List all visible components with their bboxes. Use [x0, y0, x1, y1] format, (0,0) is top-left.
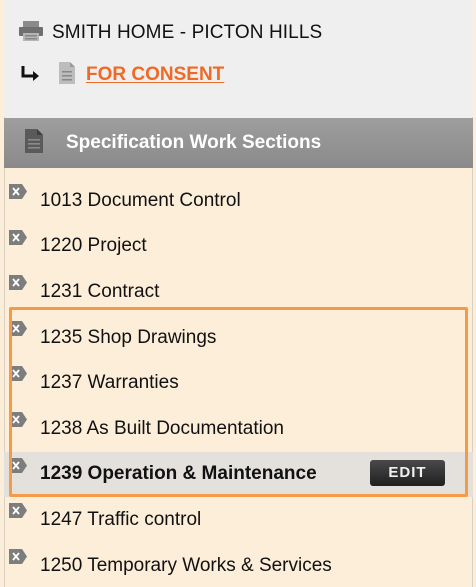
section-label: 1231 Contract — [40, 280, 160, 302]
remove-icon[interactable] — [8, 229, 28, 246]
remove-icon[interactable] — [8, 320, 28, 337]
list-item[interactable]: 1250 Temporary Works & Services — [4, 543, 473, 587]
list-item[interactable]: 1231 Contract — [4, 269, 473, 315]
remove-icon[interactable] — [8, 502, 28, 519]
section-label: 1247 Traffic control — [40, 508, 202, 530]
subproject-row: FOR CONSENT — [20, 60, 224, 90]
remove-icon[interactable] — [8, 411, 28, 428]
section-label: 1235 Shop Drawings — [40, 326, 217, 348]
list-item[interactable]: 1237 Warranties — [4, 360, 473, 406]
return-arrow-icon — [20, 64, 42, 86]
section-label: 1220 Project — [40, 235, 147, 257]
remove-icon[interactable] — [8, 183, 28, 200]
section-label: 1250 Temporary Works & Services — [40, 554, 332, 576]
remove-icon[interactable] — [8, 457, 28, 474]
list-item[interactable]: 1238 As Built Documentation — [4, 406, 473, 452]
section-label: 1013 Document Control — [40, 189, 241, 211]
remove-icon[interactable] — [8, 365, 28, 382]
section-label: 1237 Warranties — [40, 372, 179, 394]
work-sections-list: 1013 Document Control 1220 Project 1231 … — [4, 178, 473, 587]
edit-button[interactable]: EDIT — [370, 459, 445, 486]
list-item[interactable]: 1220 Project — [4, 224, 473, 270]
section-label: 1238 As Built Documentation — [40, 417, 284, 439]
document-icon — [24, 128, 44, 159]
remove-icon[interactable] — [8, 548, 28, 565]
project-title: SMITH HOME - PICTON HILLS — [52, 22, 323, 43]
list-item-active[interactable]: 1239 Operation & Maintenance EDIT — [4, 451, 473, 498]
project-title-row: SMITH HOME - PICTON HILLS — [18, 18, 322, 48]
section-label: 1239 Operation & Maintenance — [40, 463, 317, 485]
document-icon — [58, 61, 76, 90]
list-item[interactable]: 1235 Shop Drawings — [4, 315, 473, 361]
section-header: Specification Work Sections — [4, 118, 473, 168]
for-consent-link[interactable]: FOR CONSENT — [86, 64, 224, 86]
remove-icon[interactable] — [8, 274, 28, 291]
list-item[interactable]: 1013 Document Control — [4, 178, 473, 224]
printer-icon — [18, 20, 44, 47]
list-item[interactable]: 1247 Traffic control — [4, 497, 473, 543]
section-header-title: Specification Work Sections — [66, 132, 322, 153]
